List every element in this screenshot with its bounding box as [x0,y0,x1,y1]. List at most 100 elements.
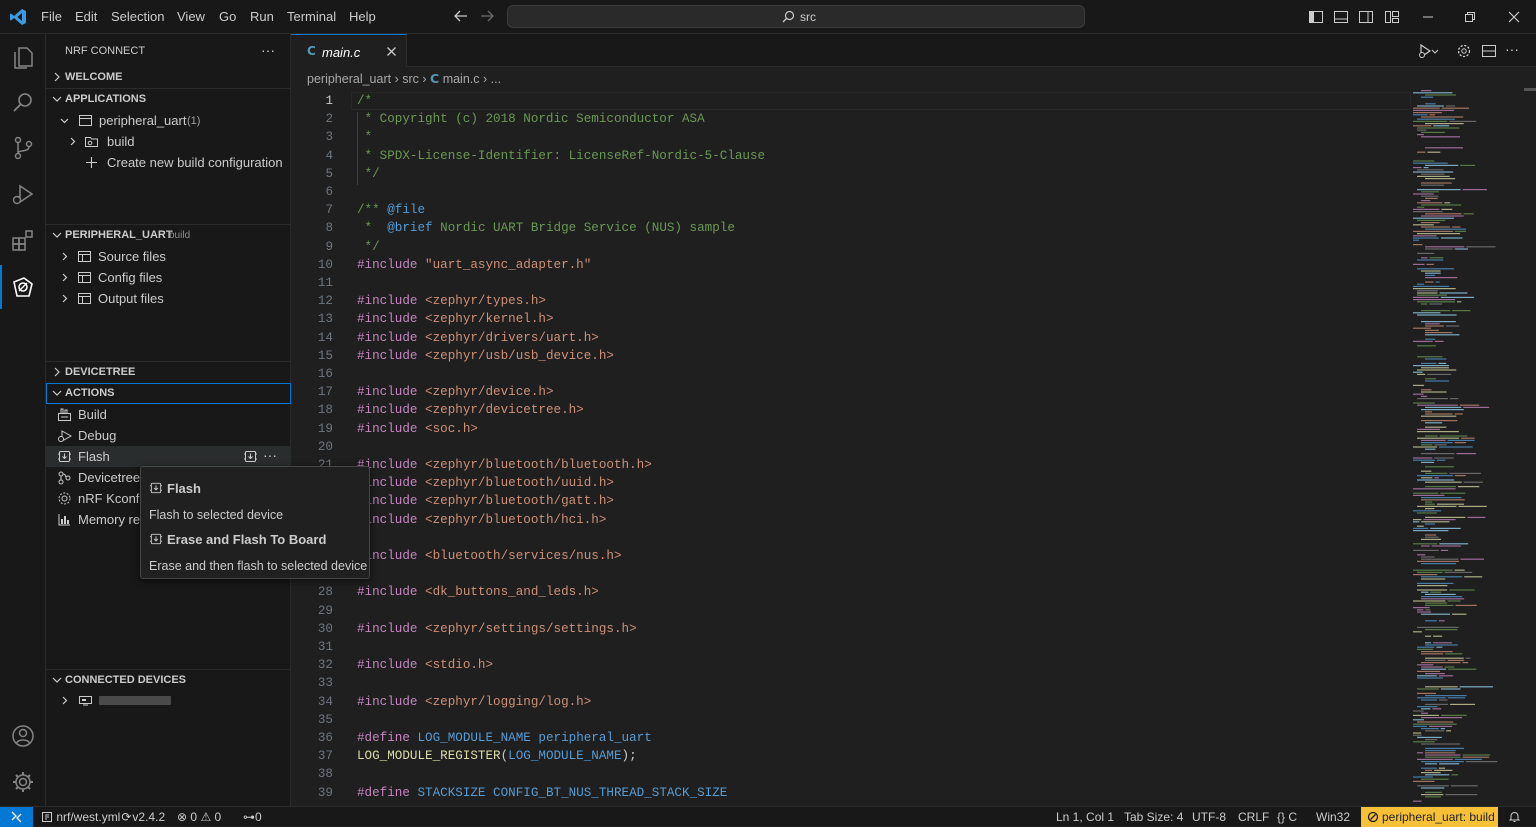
minimap-line [1438,767,1446,769]
source-files[interactable]: Source files [46,246,291,267]
remote-indicator[interactable] [0,807,33,827]
code-line: * Copyright (c) 2018 Nordic Semiconducto… [357,112,705,127]
section-welcome[interactable]: WELCOME [46,67,291,88]
menu-terminal[interactable]: Terminal [287,9,336,24]
line-number: 4 [325,148,333,163]
minimize-icon[interactable] [1420,9,1436,25]
menu-selection[interactable]: Selection [111,9,164,24]
nrf-connect-sidebar: NRF CONNECT ··· WELCOME APPLICATIONS per… [46,34,291,806]
minimap-line [1417,151,1426,153]
breadcrumb-symbol[interactable]: ... [491,72,501,86]
minimap[interactable] [1411,88,1523,806]
code-line: * SPDX-License-Identifier: LicenseRef-No… [357,148,766,163]
nrf-connect-icon[interactable] [10,274,36,300]
minimap-line [1445,105,1456,107]
minimap-line [1421,136,1461,138]
settings-gear-icon[interactable] [1456,43,1472,59]
erase-and-flash-icon[interactable] [243,449,258,464]
toggle-secondary-sidebar-icon[interactable] [1358,9,1374,25]
breadcrumb-file[interactable]: main.c [443,72,480,86]
encoding[interactable]: UTF-8 [1192,810,1226,824]
action-build[interactable]: Build [46,404,291,425]
problems-status[interactable]: ⊗ 0 ⚠ 0 [177,810,221,824]
command-center-search[interactable]: src [507,5,1085,28]
explorer-icon[interactable] [10,44,36,70]
close-window-icon[interactable] [1506,9,1522,25]
code-line: #include <zephyr/bluetooth/bluetooth.h> [357,458,652,472]
config-files[interactable]: Config files [46,267,291,288]
menu-view[interactable]: View [177,9,205,24]
chevron-down-icon [52,390,62,396]
back-arrow-icon[interactable] [453,8,469,24]
action-flash-more-button[interactable]: ··· [263,447,277,463]
active-build-status[interactable]: peripheral_uart: build [1361,807,1498,827]
code-line: * [357,130,373,145]
editor-more-actions-button[interactable]: ··· [1505,41,1521,57]
forward-arrow-icon[interactable] [479,8,495,24]
device-board-icon [79,696,92,706]
minimap-line [1421,728,1439,730]
connected-device-item[interactable] [46,690,291,711]
section-applications[interactable]: APPLICATIONS [46,89,291,110]
menu-run[interactable]: Run [250,9,274,24]
code-line: * @brief Nordic UART Bridge Service (NUS… [357,221,735,235]
create-build-config[interactable]: Create new build configuration [46,152,291,173]
section-connected-devices[interactable]: CONNECTED DEVICES [46,670,291,691]
output-files[interactable]: Output files [46,288,291,309]
run-debug-icon[interactable] [10,181,36,207]
minimap-line [1421,653,1444,655]
close-tab-icon[interactable] [386,46,397,57]
extensions-icon[interactable] [10,228,36,254]
ports-status[interactable]: ⊶0 [243,810,262,824]
section-devicetree[interactable]: DEVICETREE [46,362,291,383]
restore-icon[interactable] [1462,9,1478,25]
code-line: #include "uart_async_adapter.h" [357,258,591,272]
minimap-line [1463,406,1490,408]
toggle-panel-icon[interactable] [1333,9,1349,25]
minimap-line [1417,118,1455,120]
preprocessor-keyword: #include [357,403,426,418]
include-path: <dk_buttons_and_leds.h> [425,585,599,600]
menu-edit[interactable]: Edit [75,9,97,24]
source-control-icon[interactable] [10,135,36,161]
breadcrumb-src[interactable]: src [402,72,419,86]
accounts-icon[interactable] [10,723,36,749]
customize-layout-icon[interactable] [1384,9,1400,25]
minimap-line [1413,527,1429,529]
code-editor[interactable]: 1 /* 2 * Copyright (c) 2018 Nordic Semicon… [291,88,1411,806]
search-view-icon[interactable] [10,90,36,116]
tab-main-c[interactable]: C main.c [291,34,407,67]
run-flash-dropdown-icon[interactable] [1418,43,1439,59]
minimap-line [1413,521,1420,523]
app-peripheral-uart[interactable]: peripheral_uart (1) [46,110,291,131]
minimap-line [1417,314,1457,316]
action-flash[interactable]: Flash ··· [46,446,291,467]
menu-file[interactable]: File [41,9,62,24]
section-peripheral-uart[interactable]: PERIPHERAL_UART build [46,225,291,246]
breadcrumb-folder[interactable]: peripheral_uart [307,72,391,86]
include-path: <zephyr/bluetooth/hci.h> [425,512,607,527]
end-of-line[interactable]: CRLF [1238,810,1269,824]
language-mode[interactable]: {} C [1277,810,1297,824]
notifications-bell-icon[interactable] [1508,810,1521,823]
split-editor-icon[interactable] [1481,43,1497,59]
menu-go[interactable]: Go [219,9,236,24]
minimap-line [1417,206,1425,208]
section-actions[interactable]: ACTIONS [46,383,291,404]
minimap-line [1421,415,1457,417]
action-debug[interactable]: Debug [46,425,291,446]
minimap-line [1421,420,1458,422]
tab-size[interactable]: Tab Size: 4 [1124,810,1183,824]
platform[interactable]: Win32 [1316,810,1350,824]
flash-hover-tooltip: Flash Flash to selected device Erase and… [140,466,370,579]
action-flash-label: Flash [78,449,110,464]
sidebar-more-button[interactable]: ··· [261,42,275,58]
cursor-position[interactable]: Ln 1, Col 1 [1056,810,1114,824]
code-line: #include <zephyr/settings/settings.h> [357,622,637,636]
build-configuration[interactable]: build [46,131,291,152]
scrollbar-thumb[interactable] [1524,88,1536,91]
manage-gear-icon[interactable] [10,769,36,795]
west-manifest-status[interactable]: nrf/west.yml⟳v2.4.2 [41,810,165,824]
toggle-primary-sidebar-icon[interactable] [1308,9,1324,25]
menu-help[interactable]: Help [349,9,376,24]
